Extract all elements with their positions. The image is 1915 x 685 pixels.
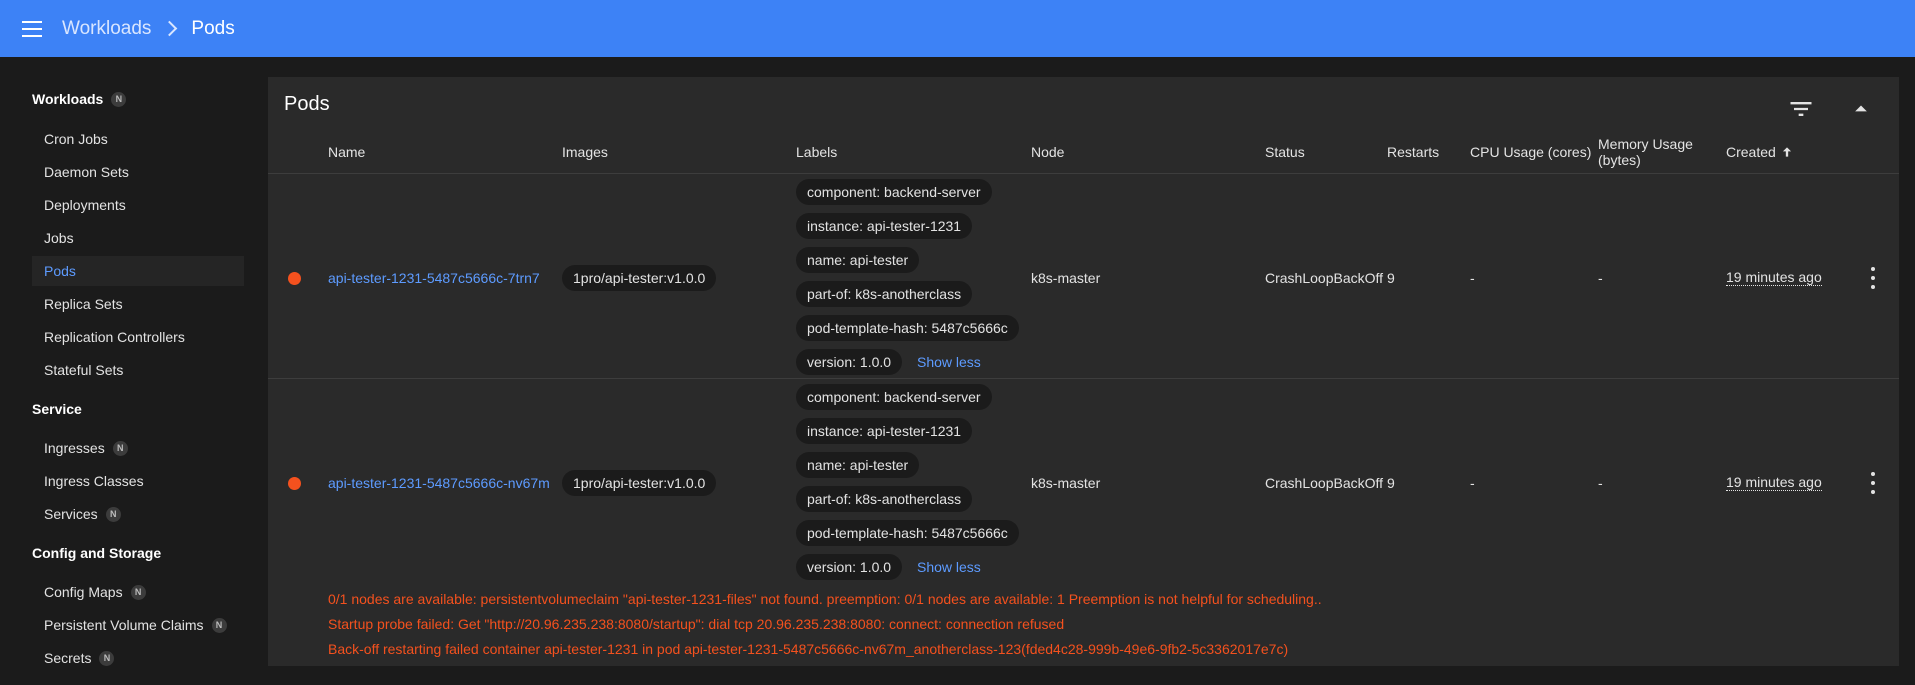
sidebar-item-replica-sets[interactable]: Replica Sets xyxy=(32,289,244,319)
show-less-link[interactable]: Show less xyxy=(917,559,981,575)
label-chip: part-of: k8s-anotherclass xyxy=(796,281,973,307)
sidebar-group-label: Config and Storage xyxy=(32,545,162,561)
label-chip: pod-template-hash: 5487c5666c xyxy=(796,315,1019,341)
status-cell: CrashLoopBackOff xyxy=(1265,270,1384,286)
label-chip: name: api-tester xyxy=(796,452,920,478)
error-message: Startup probe failed: Get "http://20.96.… xyxy=(328,616,1065,632)
memory-cell: - xyxy=(1598,270,1603,286)
sidebar-item-label: Services xyxy=(44,506,98,522)
card-title: Pods xyxy=(284,93,330,115)
top-bar: Workloads Pods xyxy=(0,0,1915,57)
arrow-up-icon xyxy=(1782,147,1791,157)
sidebar-item-jobs[interactable]: Jobs xyxy=(32,223,244,253)
sidebar-item-label: Ingress Classes xyxy=(44,473,144,489)
status-cell: CrashLoopBackOff xyxy=(1265,475,1384,491)
more-vert-icon[interactable] xyxy=(1863,472,1883,494)
column-header-labels[interactable]: Labels xyxy=(796,144,837,160)
restarts-cell: 9 xyxy=(1387,475,1395,491)
breadcrumb-pods: Pods xyxy=(191,17,235,39)
sidebar-item-replication-controllers[interactable]: Replication Controllers xyxy=(32,322,244,352)
pods-card: Pods Name Images Labels Node Status Rest… xyxy=(268,77,1899,666)
column-header-memory[interactable]: Memory Usage (bytes) xyxy=(1598,136,1693,168)
sidebar: Workloads N Cron Jobs Daemon Sets Deploy… xyxy=(0,57,260,685)
sidebar-group-label: Workloads xyxy=(32,91,104,107)
node-cell: k8s-master xyxy=(1031,475,1101,491)
sidebar-group-config-storage[interactable]: Config and Storage xyxy=(32,545,161,561)
column-header-memory-line1: Memory Usage xyxy=(1598,136,1693,152)
sidebar-item-persistent-volume-claims[interactable]: Persistent Volume Claims N xyxy=(32,610,244,640)
label-chip: version: 1.0.0 xyxy=(796,554,903,580)
more-vert-icon[interactable] xyxy=(1863,267,1883,289)
label-chip: component: backend-server xyxy=(796,384,992,410)
column-header-node[interactable]: Node xyxy=(1031,144,1064,160)
created-cell: 19 minutes ago xyxy=(1726,269,1822,286)
sidebar-item-label: Persistent Volume Claims xyxy=(44,617,204,633)
restarts-cell: 9 xyxy=(1387,270,1395,286)
sidebar-item-label: Config Maps xyxy=(44,584,123,600)
status-error-icon xyxy=(288,272,301,285)
status-error-icon xyxy=(288,477,301,490)
sidebar-item-label: Secrets xyxy=(44,650,92,666)
sidebar-item-secrets[interactable]: Secrets N xyxy=(32,643,244,673)
breadcrumb: Workloads Pods xyxy=(62,18,235,40)
sidebar-group-label: Service xyxy=(32,401,82,417)
filter-icon[interactable] xyxy=(1787,95,1815,123)
label-chip: version: 1.0.0 xyxy=(796,349,903,375)
column-header-memory-line2: (bytes) xyxy=(1598,152,1641,168)
sidebar-item-ingress-classes[interactable]: Ingress Classes xyxy=(32,466,244,496)
sidebar-item-label: Ingresses xyxy=(44,440,105,456)
sidebar-group-service[interactable]: Service xyxy=(32,401,82,417)
column-header-name[interactable]: Name xyxy=(328,144,365,160)
column-header-created-label: Created xyxy=(1726,144,1776,160)
sidebar-item-ingresses[interactable]: Ingresses N xyxy=(32,433,244,463)
label-chip: instance: api-tester-1231 xyxy=(796,418,973,444)
show-less-link[interactable]: Show less xyxy=(917,354,981,370)
sidebar-item-config-maps[interactable]: Config Maps N xyxy=(32,577,244,607)
column-header-status[interactable]: Status xyxy=(1265,144,1305,160)
column-header-images[interactable]: Images xyxy=(562,144,608,160)
node-cell: k8s-master xyxy=(1031,270,1101,286)
menu-icon[interactable] xyxy=(22,20,42,37)
label-chip: instance: api-tester-1231 xyxy=(796,213,973,239)
divider xyxy=(268,173,1899,174)
new-badge: N xyxy=(112,440,128,456)
new-badge: N xyxy=(99,650,115,666)
cpu-cell: - xyxy=(1470,270,1475,286)
divider xyxy=(268,378,1899,379)
sidebar-item-pods[interactable]: Pods xyxy=(32,256,244,286)
image-chip: 1pro/api-tester:v1.0.0 xyxy=(562,265,717,291)
label-chip: part-of: k8s-anotherclass xyxy=(796,486,973,512)
column-header-restarts[interactable]: Restarts xyxy=(1387,144,1439,160)
breadcrumb-workloads[interactable]: Workloads xyxy=(62,18,151,40)
memory-cell: - xyxy=(1598,475,1603,491)
sidebar-group-workloads[interactable]: Workloads N xyxy=(32,91,127,107)
new-badge: N xyxy=(105,506,121,522)
arrow-up-icon[interactable] xyxy=(1847,95,1875,123)
sidebar-item-services[interactable]: Services N xyxy=(32,499,244,529)
sidebar-item-daemon-sets[interactable]: Daemon Sets xyxy=(32,157,244,187)
column-header-cpu[interactable]: CPU Usage (cores) xyxy=(1470,144,1591,160)
pod-name-link[interactable]: api-tester-1231-5487c5666c-7trn7 xyxy=(328,270,540,286)
error-message: Back-off restarting failed container api… xyxy=(328,641,1289,657)
label-chip: name: api-tester xyxy=(796,247,920,273)
created-cell: 19 minutes ago xyxy=(1726,474,1822,491)
sidebar-item-cron-jobs[interactable]: Cron Jobs xyxy=(32,124,244,154)
sidebar-item-stateful-sets[interactable]: Stateful Sets xyxy=(32,355,244,385)
new-badge: N xyxy=(111,91,127,107)
column-header-created[interactable]: Created xyxy=(1726,144,1794,160)
new-badge: N xyxy=(130,584,146,600)
cpu-cell: - xyxy=(1470,475,1475,491)
pod-name-link[interactable]: api-tester-1231-5487c5666c-nv67m xyxy=(328,475,550,491)
label-chip: component: backend-server xyxy=(796,179,992,205)
new-badge: N xyxy=(211,617,227,633)
sidebar-item-deployments[interactable]: Deployments xyxy=(32,190,244,220)
label-chip: pod-template-hash: 5487c5666c xyxy=(796,520,1019,546)
chevron-right-icon xyxy=(162,20,178,37)
error-message: 0/1 nodes are available: persistentvolum… xyxy=(328,591,1322,607)
image-chip: 1pro/api-tester:v1.0.0 xyxy=(562,470,717,496)
